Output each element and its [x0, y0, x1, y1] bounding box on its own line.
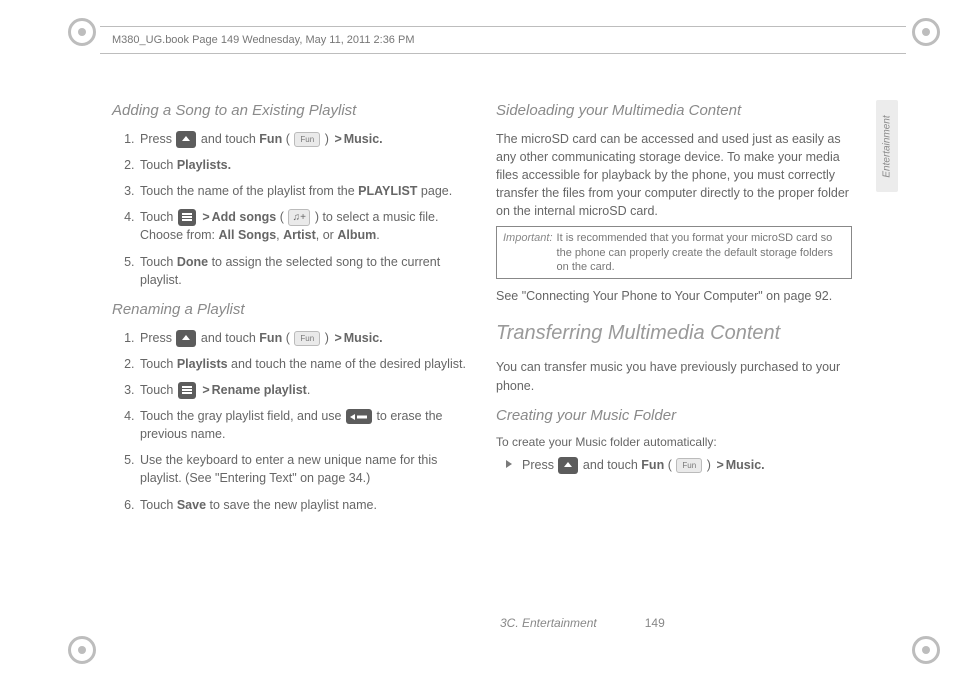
page-footer: 3C. Entertainment 149 [500, 616, 665, 630]
section-tab-label: Entertainment [882, 115, 893, 177]
list-item: Touch Playlists. [138, 156, 468, 174]
home-icon [558, 457, 578, 474]
menu-list-icon [178, 382, 196, 399]
backspace-icon [346, 409, 372, 424]
home-icon [176, 131, 196, 148]
paragraph: See "Connecting Your Phone to Your Compu… [496, 287, 852, 305]
right-column: Sideloading your Multimedia Content The … [496, 100, 852, 620]
list-item: Touch Save to save the new playlist name… [138, 496, 468, 514]
heading-create-folder: Creating your Music Folder [496, 405, 852, 427]
important-label: Important: [503, 231, 553, 274]
list-item: Touch Playlists and touch the name of th… [138, 355, 468, 373]
page-number: 149 [645, 616, 665, 630]
binder-ring-icon [68, 636, 96, 664]
paragraph: You can transfer music you have previous… [496, 358, 852, 394]
menu-list-icon [178, 209, 196, 226]
binder-ring-icon [68, 18, 96, 46]
step-item: Press and touch Fun ( Fun ) >Music. [496, 456, 852, 474]
paragraph: To create your Music folder automaticall… [496, 434, 852, 451]
heading-transferring: Transferring Multimedia Content [496, 319, 852, 348]
home-icon [176, 330, 196, 347]
fun-icon: Fun [294, 331, 320, 346]
paragraph: The microSD card can be accessed and use… [496, 130, 852, 221]
add-song-steps: Press and touch Fun ( Fun ) >Music. Touc… [112, 130, 468, 289]
list-item: Press and touch Fun ( Fun ) >Music. [138, 130, 468, 148]
important-text: It is recommended that you format your m… [557, 231, 845, 274]
heading-rename-playlist: Renaming a Playlist [112, 299, 468, 321]
page-header-stamp: M380_UG.book Page 149 Wednesday, May 11,… [100, 26, 906, 54]
heading-add-song: Adding a Song to an Existing Playlist [112, 100, 468, 122]
list-item: Touch the gray playlist field, and use t… [138, 407, 468, 443]
list-item: Touch >Rename playlist. [138, 381, 468, 399]
important-callout: Important: It is recommended that you fo… [496, 226, 852, 279]
binder-ring-icon [912, 18, 940, 46]
heading-sideloading: Sideloading your Multimedia Content [496, 100, 852, 122]
list-item: Use the keyboard to enter a new unique n… [138, 451, 468, 487]
list-item: Press and touch Fun ( Fun ) >Music. [138, 329, 468, 347]
triangle-bullet-icon [506, 460, 512, 468]
fun-icon: Fun [676, 458, 702, 473]
music-add-icon: ♫+ [288, 209, 310, 226]
page-body: Adding a Song to an Existing Playlist Pr… [112, 100, 852, 620]
footer-section: 3C. Entertainment [500, 616, 597, 630]
list-item: Touch >Add songs ( ♫+ ) to select a musi… [138, 208, 468, 244]
binder-ring-icon [912, 636, 940, 664]
left-column: Adding a Song to an Existing Playlist Pr… [112, 100, 468, 620]
section-tab: Entertainment [876, 100, 898, 192]
fun-icon: Fun [294, 132, 320, 147]
list-item: Touch the name of the playlist from the … [138, 182, 468, 200]
header-text: M380_UG.book Page 149 Wednesday, May 11,… [112, 34, 414, 46]
rename-playlist-steps: Press and touch Fun ( Fun ) >Music. Touc… [112, 329, 468, 514]
list-item: Touch Done to assign the selected song t… [138, 253, 468, 289]
